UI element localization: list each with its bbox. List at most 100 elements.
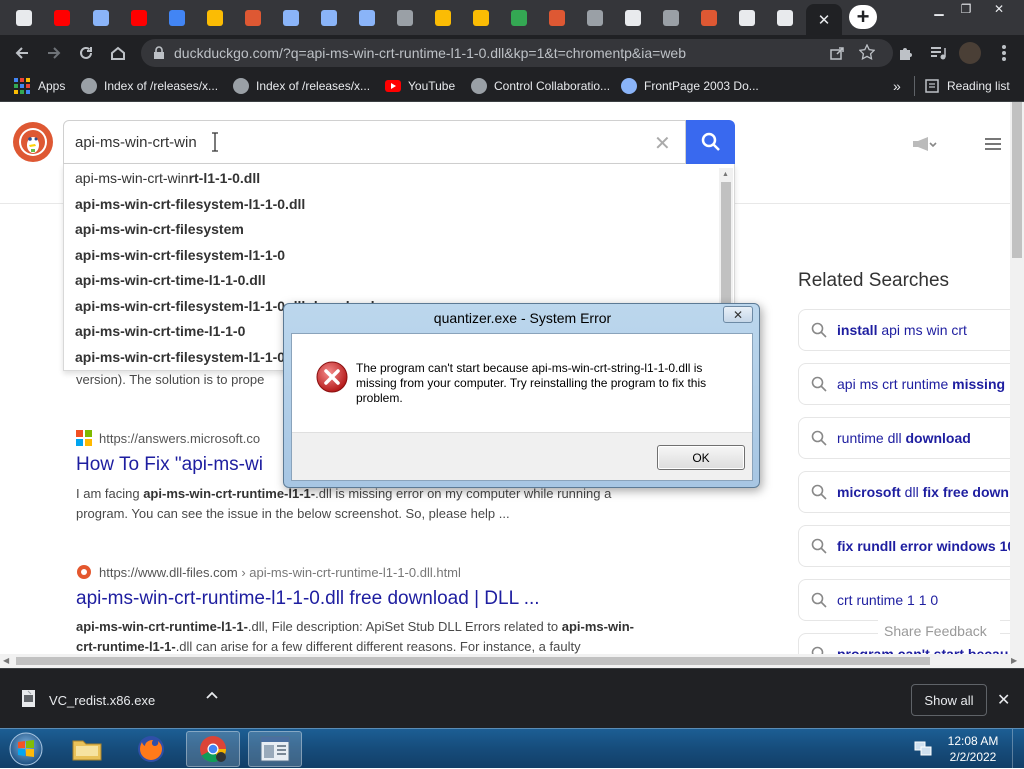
- bookmarks-bar: Apps Index of /releases/x... Index of /r…: [0, 70, 1024, 102]
- bookmark-index-1[interactable]: Index of /releases/x...: [81, 76, 218, 96]
- browser-tab[interactable]: [124, 4, 154, 31]
- browser-tab[interactable]: [47, 4, 77, 31]
- reading-list-button[interactable]: Reading list: [925, 76, 1010, 96]
- dialog-close-button[interactable]: ✕: [723, 306, 753, 323]
- related-search-item[interactable]: microsoft dll fix free down: [798, 471, 1024, 513]
- show-desktop-button[interactable]: [1012, 729, 1024, 769]
- horizontal-scroll-thumb[interactable]: [16, 657, 930, 665]
- taskbar-explorer[interactable]: [60, 731, 114, 767]
- avatar[interactable]: [959, 42, 981, 64]
- start-button[interactable]: [4, 731, 48, 767]
- related-search-item[interactable]: runtime dll download: [798, 417, 1024, 459]
- browser-tab[interactable]: [770, 4, 800, 31]
- youtube-icon: [131, 9, 147, 26]
- browser-tab[interactable]: [580, 4, 610, 31]
- hamburger-menu-icon[interactable]: [985, 137, 1001, 151]
- result-title[interactable]: api-ms-win-crt-runtime-l1-1-0.dll free d…: [76, 588, 540, 610]
- close-window-button[interactable]: ✕: [984, 0, 1014, 18]
- browser-tab[interactable]: [238, 4, 268, 31]
- suggestion-item[interactable]: api-ms-win-crt-filesystem-l1-1-0: [75, 247, 285, 269]
- browser-tab[interactable]: [428, 4, 458, 31]
- close-tab-icon[interactable]: ✕: [818, 11, 831, 29]
- megaphone-icon[interactable]: [912, 136, 938, 152]
- browser-tab[interactable]: [504, 4, 534, 31]
- result-url[interactable]: https://www.dll-files.com › api-ms-win-c…: [99, 565, 461, 580]
- page-horizontal-scrollbar[interactable]: ◀ ▶: [0, 654, 1024, 668]
- taskbar-firefox[interactable]: [124, 731, 178, 767]
- scroll-up-icon[interactable]: ▲: [722, 171, 729, 178]
- dropdown-scroll-thumb[interactable]: [721, 182, 731, 312]
- back-icon[interactable]: [10, 41, 34, 65]
- download-options-chevron-icon[interactable]: [206, 691, 218, 699]
- browser-tab[interactable]: [276, 4, 306, 31]
- new-tab-button[interactable]: +: [849, 5, 877, 29]
- reload-icon[interactable]: [74, 41, 98, 65]
- home-icon[interactable]: [106, 41, 130, 65]
- bookmark-control-collaboration[interactable]: Control Collaboratio...: [471, 76, 610, 96]
- search-button[interactable]: [686, 120, 735, 164]
- minimize-button[interactable]: ▁: [924, 0, 954, 18]
- related-search-item[interactable]: fix rundll error windows 10: [798, 525, 1024, 567]
- browser-tab[interactable]: [466, 4, 496, 31]
- share-icon[interactable]: [829, 45, 845, 61]
- duckduckgo-logo[interactable]: [13, 122, 53, 162]
- related-search-item[interactable]: crt runtime 1 1 0: [798, 579, 1024, 621]
- browser-tab[interactable]: [352, 4, 382, 31]
- forward-icon[interactable]: [42, 41, 66, 65]
- browser-tab[interactable]: [314, 4, 344, 31]
- more-bookmarks-button[interactable]: »: [893, 76, 901, 96]
- browser-tab[interactable]: [86, 4, 116, 31]
- suggestion-item[interactable]: api-ms-win-crt-time-l1-1-0: [75, 323, 245, 345]
- close-shelf-icon[interactable]: ✕: [997, 690, 1010, 710]
- star-icon[interactable]: [859, 44, 875, 60]
- browser-tab[interactable]: [200, 4, 230, 31]
- media-icon[interactable]: [928, 43, 948, 63]
- related-search-item[interactable]: api ms crt runtime missing: [798, 363, 1024, 405]
- bookmark-apps[interactable]: Apps: [14, 76, 65, 96]
- lock-icon[interactable]: [153, 46, 165, 60]
- show-all-button[interactable]: Show all: [911, 684, 987, 716]
- download-filename[interactable]: VC_redist.x86.exe: [49, 693, 155, 708]
- url-text[interactable]: duckduckgo.com/?q=api-ms-win-crt-runtime…: [174, 45, 686, 61]
- suggestion-item[interactable]: api-ms-win-crt-time-l1-1-0.dll: [75, 272, 266, 294]
- result-title[interactable]: How To Fix "api-ms-wi: [76, 454, 263, 476]
- restore-button[interactable]: ❐: [951, 0, 981, 18]
- search-query-text[interactable]: api-ms-win-crt-win: [75, 134, 197, 151]
- share-feedback-button[interactable]: Share Feedback: [878, 620, 1000, 644]
- browser-tab[interactable]: [694, 4, 724, 31]
- scroll-right-icon[interactable]: ▶: [1011, 656, 1017, 665]
- vertical-scroll-thumb[interactable]: [1012, 102, 1022, 258]
- taskbar-window-app[interactable]: [248, 731, 302, 767]
- related-search-item[interactable]: install api ms win crt: [798, 309, 1024, 351]
- browser-tab[interactable]: [542, 4, 572, 31]
- browser-tab[interactable]: [9, 4, 39, 31]
- clear-search-icon[interactable]: ✕: [654, 131, 671, 156]
- menu-kebab-icon[interactable]: [994, 43, 1014, 63]
- suggestion-typed: api-ms-win-crt-win: [75, 170, 189, 186]
- bookmark-index-2[interactable]: Index of /releases/x...: [233, 76, 370, 96]
- browser-tab[interactable]: [656, 4, 686, 31]
- taskbar-chrome[interactable]: [186, 731, 240, 767]
- suggestion-completion: api-ms-win-crt-filesystem-l1-1-0 dll: [75, 348, 306, 365]
- browser-tab[interactable]: [390, 4, 420, 31]
- suggestion-item[interactable]: api-ms-win-crt-filesystem: [75, 221, 244, 243]
- ok-button[interactable]: OK: [657, 445, 745, 470]
- taskbar-clock[interactable]: 12:08 AM 2/2/2022: [940, 733, 1006, 765]
- browser-tab[interactable]: [732, 4, 762, 31]
- browser-tab[interactable]: [162, 4, 192, 31]
- search-input[interactable]: api-ms-win-crt-win ✕: [63, 120, 686, 164]
- tab-active[interactable]: ✕: [806, 4, 842, 35]
- result-url[interactable]: https://answers.microsoft.co: [99, 431, 260, 446]
- network-icon[interactable]: [914, 741, 932, 757]
- suggestion-item[interactable]: api-ms-win-crt-filesystem-l1-1-0.dll: [75, 196, 305, 218]
- page-vertical-scrollbar[interactable]: [1010, 102, 1024, 654]
- address-bar[interactable]: duckduckgo.com/?q=api-ms-win-crt-runtime…: [141, 39, 893, 67]
- browser-tab[interactable]: [618, 4, 648, 31]
- extensions-icon[interactable]: [896, 43, 916, 63]
- bookmark-frontpage[interactable]: FrontPage 2003 Do...: [621, 76, 759, 96]
- suggestion-item[interactable]: api-ms-win-crt-winrt-l1-1-0.dll: [75, 170, 260, 192]
- scroll-left-icon[interactable]: ◀: [3, 656, 9, 665]
- suggestion-item[interactable]: api-ms-win-crt-filesystem-l1-1-0 dll: [75, 349, 305, 371]
- bookmark-youtube[interactable]: YouTube: [385, 76, 455, 96]
- dialog-body: The program can't start because api-ms-w…: [291, 333, 753, 481]
